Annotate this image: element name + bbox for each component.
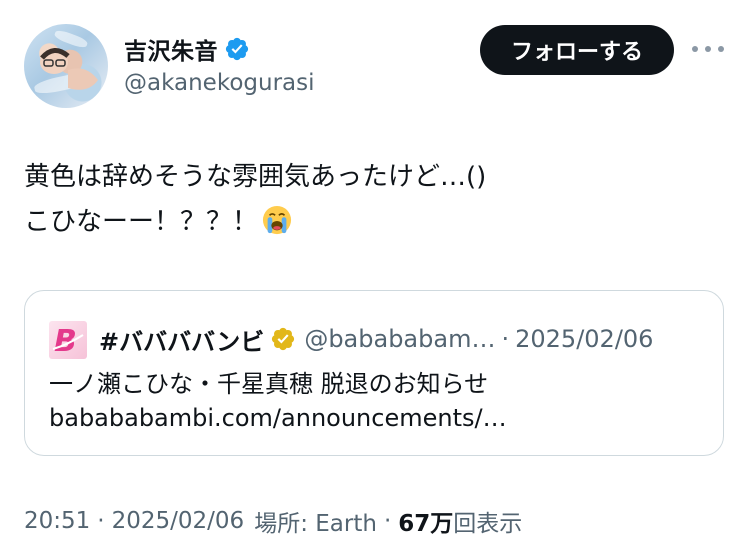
quoted-handle[interactable]: @babababam… xyxy=(304,325,495,353)
tweet-meta: 20:51 · 2025/02/06 場所: Earth · 67万 回表示 xyxy=(24,504,522,538)
quoted-tweet-card[interactable]: B #ババババンビ @babababam… · 2025/02/06 一ノ瀬こひ… xyxy=(24,290,724,456)
author-name-row[interactable]: 吉沢朱音 xyxy=(124,33,250,65)
author-display-name[interactable]: 吉沢朱音 xyxy=(124,32,218,66)
quoted-link[interactable]: babababambi.com/announcements/… xyxy=(49,403,507,433)
view-count-label: 回表示 xyxy=(453,511,523,537)
quoted-date[interactable]: 2025/02/06 xyxy=(515,325,653,353)
gold-verified-badge-icon xyxy=(270,326,296,352)
verified-badge-icon xyxy=(224,36,250,62)
tweet-time[interactable]: 20:51 xyxy=(24,508,90,534)
bababa-bambi-logo: B xyxy=(49,321,87,359)
quoted-separator: · xyxy=(501,325,510,353)
more-horizontal-icon[interactable] xyxy=(692,38,724,60)
author-handle[interactable]: @akanekogurasi xyxy=(124,70,315,96)
avatar[interactable] xyxy=(24,24,108,108)
meta-separator-2: · xyxy=(383,508,392,534)
tweet-location: 場所: Earth xyxy=(254,511,377,537)
tweet-text-line-2: こひなーー！？？！ xyxy=(24,205,292,239)
quoted-display-name[interactable]: #ババババンビ xyxy=(99,322,264,357)
tweet-text-line-1: 黄色は辞めそうな雰囲気あったけど…() xyxy=(24,162,487,192)
loudly-crying-face-icon xyxy=(262,205,292,235)
view-count: 67万 xyxy=(398,511,454,537)
tweet-date[interactable]: 2025/02/06 xyxy=(112,508,245,534)
meta-separator: · xyxy=(97,508,105,534)
quoted-tweet-header: #ババババンビ @babababam… · 2025/02/06 xyxy=(99,319,653,359)
follow-button[interactable]: フォローする xyxy=(480,25,674,75)
tweet-text-line-2-text: こひなーー！？？！ xyxy=(24,207,259,237)
quoted-text-line-1: 一ノ瀬こひな・千星真穂 脱退のお知らせ xyxy=(49,370,489,398)
